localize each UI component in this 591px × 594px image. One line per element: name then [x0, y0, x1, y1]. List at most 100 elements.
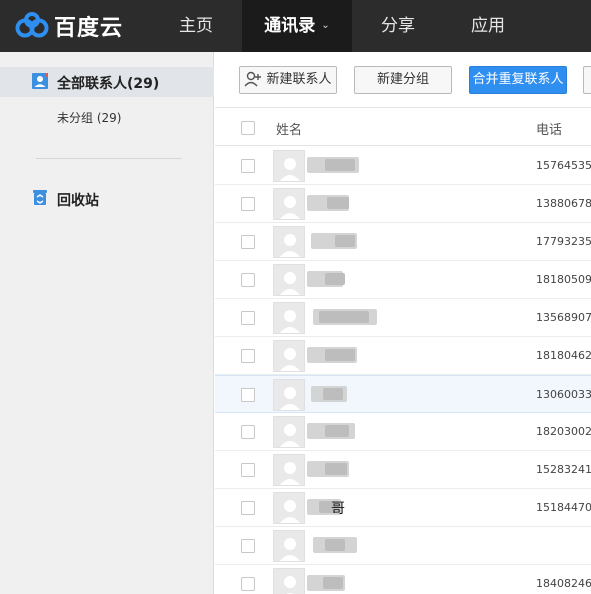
- nav-contacts-label: 通讯录: [264, 16, 316, 36]
- table-row[interactable]: 130600335: [215, 375, 591, 413]
- baidu-cloud-logo[interactable]: 百度云: [14, 10, 123, 42]
- new-contact-label: 新建联系人: [266, 72, 332, 87]
- row-checkbox[interactable]: [241, 539, 255, 553]
- contact-phone: 181804626: [536, 349, 591, 362]
- sidebar-item-label: 全部联系人(29): [57, 76, 160, 92]
- chevron-down-icon: ⌄: [321, 20, 330, 31]
- row-checkbox[interactable]: [241, 463, 255, 477]
- redacted-name: [325, 425, 349, 437]
- table-row[interactable]: 184082464: [215, 565, 591, 594]
- contact-avatar: [273, 492, 305, 524]
- default-avatar-icon: [274, 189, 304, 219]
- more-button[interactable]: [583, 66, 591, 94]
- default-avatar-icon: [274, 227, 304, 257]
- nav-home[interactable]: 主页: [158, 0, 234, 52]
- contact-avatar: [273, 568, 305, 594]
- column-header-name: 姓名: [276, 123, 303, 138]
- table-row[interactable]: 177932358: [215, 223, 591, 261]
- row-checkbox[interactable]: [241, 425, 255, 439]
- row-checkbox[interactable]: [241, 388, 255, 402]
- row-checkbox[interactable]: [241, 235, 255, 249]
- contact-avatar: [273, 264, 305, 296]
- default-avatar-icon: [274, 531, 304, 561]
- redacted-name: [325, 349, 355, 361]
- redacted-name: [335, 235, 355, 247]
- row-checkbox[interactable]: [241, 197, 255, 211]
- contact-phone: 130600335: [536, 388, 591, 401]
- table-row[interactable]: 157645353: [215, 147, 591, 185]
- contact-phone: 138806787: [536, 197, 591, 210]
- table-row[interactable]: 182030020: [215, 413, 591, 451]
- top-navigation-bar: 百度云 主页 通讯录 ⌄ 分享 应用: [0, 0, 591, 52]
- table-header: 姓名 电话: [215, 108, 591, 146]
- redacted-name: [319, 311, 369, 323]
- row-checkbox[interactable]: [241, 501, 255, 515]
- default-avatar-icon: [274, 341, 304, 371]
- contacts-table: 姓名 电话 157645353 138806787 177932358 1818050…: [215, 108, 591, 594]
- merge-duplicates-button[interactable]: 合并重复联系人: [469, 66, 567, 94]
- table-row[interactable]: 152832413: [215, 451, 591, 489]
- table-row[interactable]: 哥 151844709: [215, 489, 591, 527]
- contact-phone: 182030020: [536, 425, 591, 438]
- table-row[interactable]: 181804626: [215, 337, 591, 375]
- contact-avatar: [273, 379, 305, 411]
- redacted-name: [323, 388, 343, 400]
- table-row[interactable]: [215, 527, 591, 565]
- sidebar: 全部联系人(29) 未分组 (29) 回收站: [0, 52, 214, 594]
- recycle-bin-icon: [33, 190, 47, 205]
- default-avatar-icon: [274, 265, 304, 295]
- sidebar-divider: [36, 158, 182, 159]
- new-contact-button[interactable]: 新建联系人: [239, 66, 337, 94]
- sidebar-item-recycle-bin[interactable]: 回收站: [57, 190, 99, 210]
- contact-phone: 157645353: [536, 159, 591, 172]
- contact-phone: 181805092: [536, 273, 591, 286]
- contact-phone: 177932358: [536, 235, 591, 248]
- default-avatar-icon: [274, 455, 304, 485]
- redacted-name: [323, 577, 343, 589]
- contact-avatar: [273, 454, 305, 486]
- row-checkbox[interactable]: [241, 311, 255, 325]
- default-avatar-icon: [274, 569, 304, 594]
- add-user-icon: [244, 71, 262, 86]
- nav-apps[interactable]: 应用: [448, 0, 528, 52]
- redacted-name: [325, 539, 345, 551]
- default-avatar-icon: [274, 151, 304, 181]
- contact-avatar: [273, 530, 305, 562]
- table-row[interactable]: 135689079: [215, 299, 591, 337]
- sidebar-item-all-contacts[interactable]: 全部联系人(29): [0, 67, 214, 97]
- default-avatar-icon: [274, 303, 304, 333]
- row-checkbox[interactable]: [241, 159, 255, 173]
- row-checkbox[interactable]: [241, 349, 255, 363]
- sidebar-item-ungrouped[interactable]: 未分组 (29): [57, 109, 121, 126]
- row-checkbox[interactable]: [241, 577, 255, 591]
- nav-contacts[interactable]: 通讯录 ⌄: [242, 0, 352, 52]
- select-all-checkbox[interactable]: [241, 121, 255, 135]
- table-row[interactable]: 181805092: [215, 261, 591, 299]
- redacted-name: [325, 463, 347, 475]
- contact-avatar: [273, 150, 305, 182]
- toolbar: 新建联系人 新建分组 合并重复联系人: [215, 52, 591, 108]
- contact-name: 哥: [331, 501, 345, 517]
- contact-avatar: [273, 188, 305, 220]
- row-checkbox[interactable]: [241, 273, 255, 287]
- contact-phone: 184082464: [536, 577, 591, 590]
- contact-phone: 151844709: [536, 501, 591, 514]
- contact-phone: 135689079: [536, 311, 591, 324]
- contact-avatar: [273, 340, 305, 372]
- redacted-name: [325, 159, 355, 171]
- table-row[interactable]: 138806787: [215, 185, 591, 223]
- brand-name: 百度云: [54, 16, 124, 41]
- default-avatar-icon: [274, 380, 304, 410]
- redacted-name: [327, 197, 349, 209]
- contact-phone: 152832413: [536, 463, 591, 476]
- nav-share[interactable]: 分享: [358, 0, 438, 52]
- new-group-button[interactable]: 新建分组: [354, 66, 452, 94]
- redacted-name: [325, 273, 345, 285]
- contact-avatar: [273, 226, 305, 258]
- contact-avatar: [273, 416, 305, 448]
- default-avatar-icon: [274, 417, 304, 447]
- contact-card-icon: [32, 73, 48, 89]
- default-avatar-icon: [274, 493, 304, 523]
- contact-avatar: [273, 302, 305, 334]
- column-header-phone: 电话: [536, 123, 563, 138]
